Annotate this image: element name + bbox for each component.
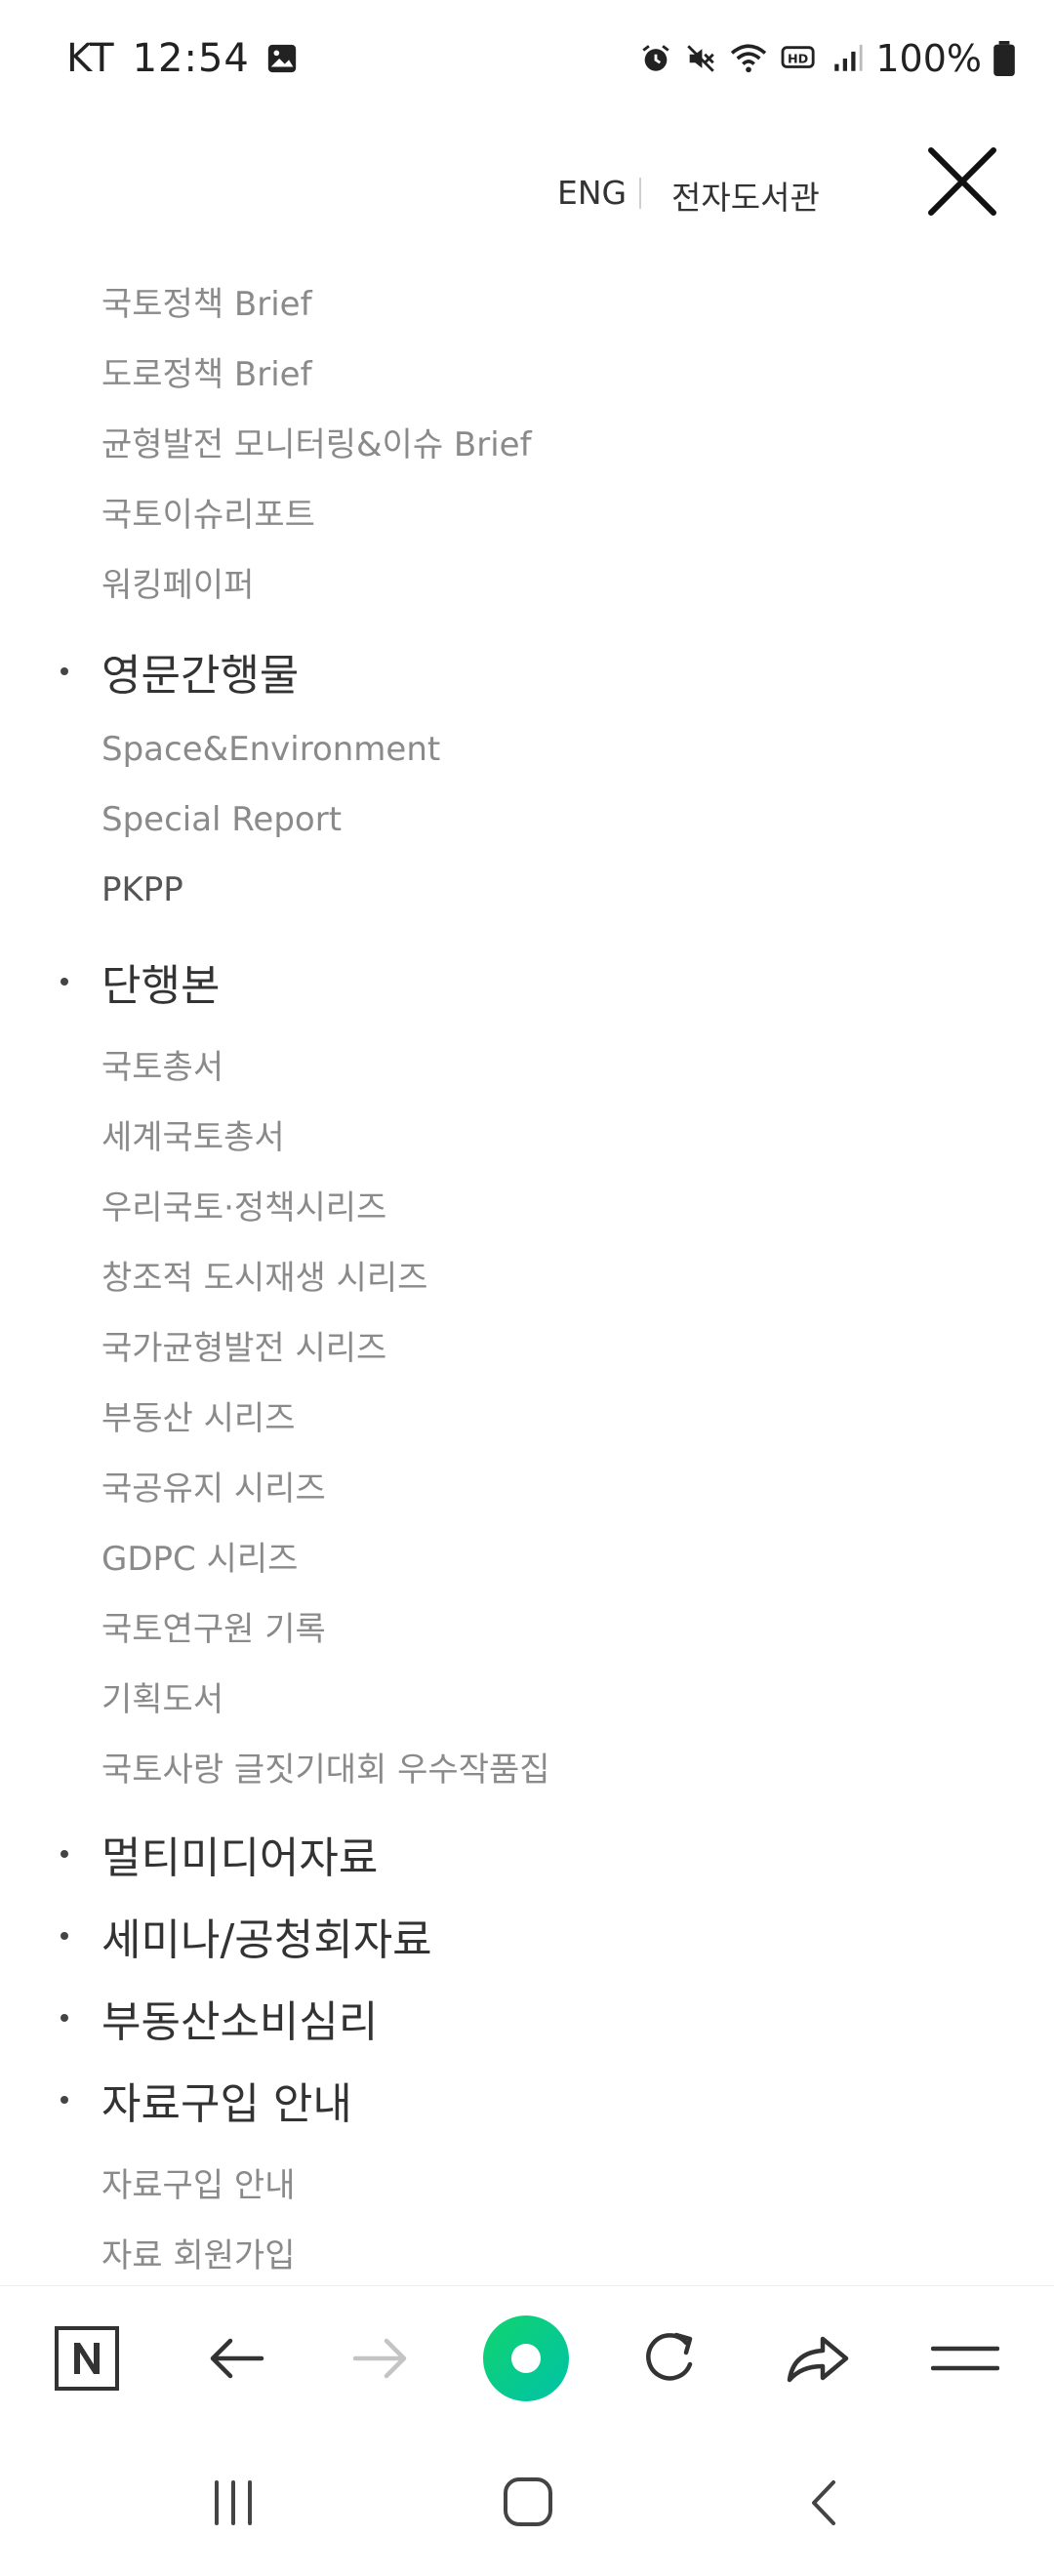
menu-item-balance-brief[interactable]: 균형발전 모니터링&이슈 Brief bbox=[101, 418, 532, 465]
share-button[interactable] bbox=[774, 2314, 862, 2402]
mute-icon bbox=[687, 45, 715, 72]
bullet bbox=[61, 2096, 68, 2104]
menu-category-books[interactable]: 단행본 bbox=[61, 952, 220, 1011]
status-left: KT 12:54 bbox=[66, 31, 299, 86]
menu-item-books-9[interactable]: 기획도서 bbox=[101, 1672, 223, 1720]
menu-item-member-signup[interactable]: 자료 회원가입 bbox=[101, 2229, 296, 2276]
battery-percent: 100% bbox=[875, 37, 982, 80]
menu-category-english-pubs[interactable]: 영문간행물 bbox=[61, 642, 299, 701]
image-notification-icon bbox=[267, 44, 297, 73]
menu-button[interactable] bbox=[921, 2314, 1009, 2402]
menu-item-books-3[interactable]: 창조적 도시재생 시리즈 bbox=[101, 1251, 427, 1299]
category-label: 단행본 bbox=[101, 961, 221, 1011]
menu-item-books-6[interactable]: 국공유지 시리즈 bbox=[101, 1462, 326, 1509]
recent-apps-icon[interactable] bbox=[207, 2476, 260, 2529]
system-nav-bar bbox=[0, 2432, 1054, 2576]
naver-home-icon bbox=[55, 2326, 119, 2391]
hd-voice-icon: HD bbox=[781, 46, 815, 68]
svg-text:HD: HD bbox=[788, 52, 808, 66]
menu-category-multimedia[interactable]: 멀티미디어자료 bbox=[61, 1825, 378, 1883]
category-label: 멀티미디어자료 bbox=[101, 1833, 379, 1883]
menu-item-books-1[interactable]: 세계국토총서 bbox=[101, 1110, 285, 1158]
menu-item-space-env[interactable]: Space&Environment bbox=[101, 730, 440, 769]
back-button[interactable] bbox=[192, 2314, 280, 2402]
wifi-icon bbox=[731, 44, 767, 73]
carrier-label: KT bbox=[66, 36, 115, 81]
menu-item-books-0[interactable]: 국토총서 bbox=[101, 1040, 223, 1088]
battery-icon bbox=[993, 41, 1015, 76]
green-dot-button[interactable] bbox=[482, 2314, 570, 2402]
menu-item-books-4[interactable]: 국가균형발전 시리즈 bbox=[101, 1321, 386, 1369]
menu-category-seminar[interactable]: 세미나/공청회자료 bbox=[61, 1907, 432, 1965]
menu-category-purchase[interactable]: 자료구입 안내 bbox=[61, 2071, 352, 2129]
alarm-icon bbox=[642, 45, 669, 71]
naver-home-button[interactable] bbox=[43, 2314, 131, 2402]
category-label: 영문간행물 bbox=[101, 651, 300, 701]
menu-header bbox=[0, 137, 1054, 263]
green-dot-icon bbox=[483, 2315, 569, 2401]
bullet bbox=[61, 2014, 68, 2022]
forward-arrow-icon bbox=[352, 2338, 407, 2379]
menu-category-realestate[interactable]: 부동산소비심리 bbox=[61, 1989, 378, 2047]
menu-item-road-brief[interactable]: 도로정책 Brief bbox=[101, 347, 312, 395]
menu-item-books-7[interactable]: GDPC 시리즈 bbox=[101, 1532, 298, 1580]
menu-item-pkpp[interactable]: PKPP bbox=[101, 870, 183, 909]
menu-item-purchase-guide[interactable]: 자료구입 안내 bbox=[101, 2158, 296, 2206]
status-bar: KT 12:54 HD 100% bbox=[0, 0, 1054, 117]
bullet bbox=[61, 667, 68, 675]
back-icon[interactable] bbox=[804, 2476, 843, 2529]
signal-icon bbox=[834, 44, 863, 71]
clock: 12:54 bbox=[132, 36, 250, 81]
menu-icon bbox=[931, 2346, 999, 2371]
menu-item-books-2[interactable]: 우리국토·정책시리즈 bbox=[101, 1181, 386, 1228]
category-label: 자료구입 안내 bbox=[101, 2079, 352, 2129]
menu-item-books-10[interactable]: 국토사랑 글짓기대회 우수작품집 bbox=[101, 1743, 550, 1791]
home-icon[interactable] bbox=[501, 2475, 555, 2529]
forward-button[interactable] bbox=[337, 2314, 425, 2402]
back-arrow-icon bbox=[210, 2338, 264, 2379]
category-label: 부동산소비심리 bbox=[101, 1997, 379, 2047]
header-divider bbox=[639, 178, 641, 209]
menu-item-special-report[interactable]: Special Report bbox=[101, 800, 342, 839]
menu-item-books-5[interactable]: 부동산 시리즈 bbox=[101, 1391, 296, 1439]
menu-item-books-8[interactable]: 국토연구원 기록 bbox=[101, 1602, 326, 1650]
refresh-button[interactable] bbox=[627, 2314, 714, 2402]
elibrary-link[interactable]: 전자도서관 bbox=[671, 172, 820, 219]
status-right: HD 100% bbox=[639, 31, 1015, 86]
bullet bbox=[61, 978, 68, 986]
close-icon[interactable] bbox=[923, 142, 1001, 221]
bullet bbox=[61, 1850, 68, 1858]
share-icon bbox=[787, 2336, 849, 2383]
eng-link[interactable]: ENG bbox=[557, 174, 627, 212]
category-label: 세미나/공청회자료 bbox=[101, 1915, 432, 1965]
menu-item-policy-brief[interactable]: 국토정책 Brief bbox=[101, 277, 312, 325]
menu-item-working-paper[interactable]: 워킹페이퍼 bbox=[101, 558, 254, 606]
bullet bbox=[61, 1932, 68, 1940]
menu-item-issue-report[interactable]: 국토이슈리포트 bbox=[101, 488, 315, 536]
refresh-icon bbox=[646, 2332, 693, 2381]
